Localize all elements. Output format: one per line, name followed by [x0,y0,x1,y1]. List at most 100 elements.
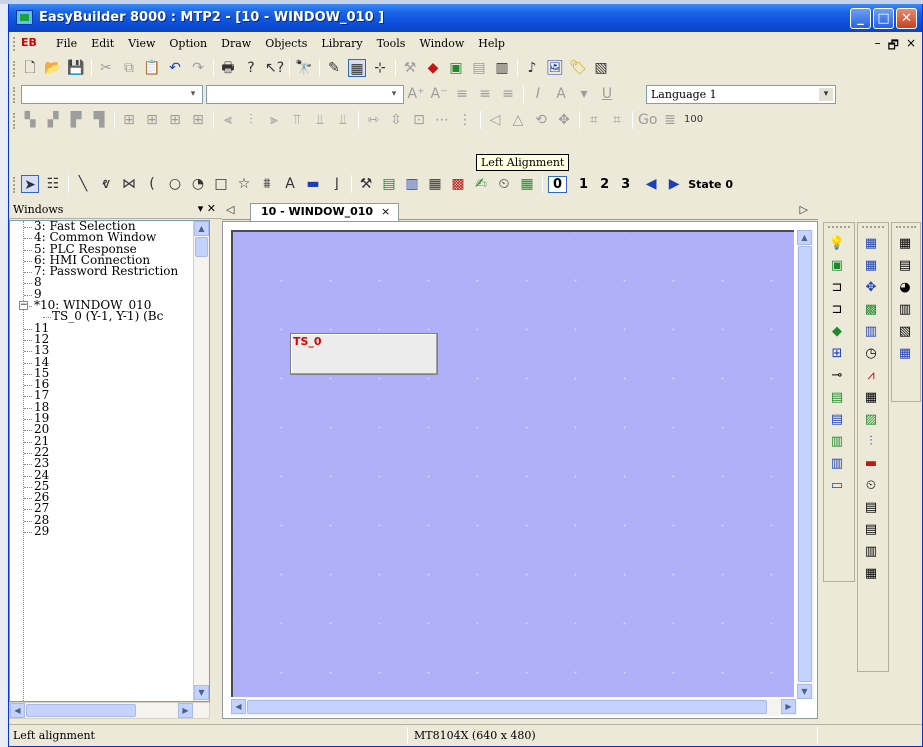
snap-icon[interactable]: ⊹ [371,59,389,77]
flip-v-icon[interactable]: △ [509,111,527,129]
close-button[interactable]: ✕ [896,8,917,29]
ungroup-icon[interactable]: ▞ [44,111,62,129]
align-center-icon[interactable]: ≡ [476,85,494,103]
decrease-font-icon[interactable]: A⁻ [430,85,448,103]
pie-chart-icon[interactable]: ◕ [896,279,914,297]
cut-icon[interactable]: ✂ [97,59,115,77]
align-grid2-icon[interactable]: ⌗ [608,111,626,129]
event-log-icon[interactable]: ▦ [426,175,444,193]
pen-icon[interactable]: ✎ [325,59,343,77]
system-message-icon[interactable]: ▤ [380,175,398,193]
meter-icon[interactable]: ◷ [862,345,880,363]
print-icon[interactable]: 🖶 [219,59,237,77]
compile-icon[interactable]: ◆ [424,59,442,77]
rotate-icon[interactable]: ⟲ [532,111,550,129]
undo-icon[interactable]: ↶ [166,59,184,77]
timer-icon[interactable]: ⏲ [862,477,880,495]
move-shape-icon[interactable]: ✥ [862,279,880,297]
bring-front-icon[interactable]: ▛ [67,111,85,129]
ascii-input-icon[interactable]: ▥ [828,433,846,451]
wrench-icon[interactable]: ⚒ [357,175,375,193]
mdi-close-button[interactable]: × [906,36,916,57]
same-width-icon[interactable]: ⇿ [364,111,382,129]
menu-objects[interactable]: Objects [258,37,314,50]
tree-scrollbar[interactable]: ▲ ▼ [193,221,209,701]
font-name-dropdown[interactable]: ▾ [206,85,404,104]
recipe-icon[interactable]: ▩ [449,175,467,193]
state-2-button[interactable]: 2 [600,177,609,192]
next-state-icon[interactable]: ▶ [665,175,683,193]
prev-state-icon[interactable]: ◀ [642,175,660,193]
design-canvas[interactable]: TS_0 [231,230,794,697]
toolbar-grip[interactable] [13,113,16,129]
list-icon[interactable]: ≣ [661,111,679,129]
middle-alignment-icon[interactable]: ⫫ [311,111,329,129]
menu-library[interactable]: Library [314,37,369,50]
copy-icon[interactable]: ⧉ [120,59,138,77]
multistate-switch-icon[interactable]: ⊸ [828,367,846,385]
tree-hscrollbar[interactable]: ◀ ▶ [9,702,210,719]
pie-icon[interactable]: ◔ [189,175,207,193]
polyline-icon[interactable]: ⱴ [97,175,115,193]
minimize-button[interactable]: _ [850,8,871,29]
align-grid-icon[interactable]: ⌗ [585,111,603,129]
line-icon[interactable]: ╲ [74,175,92,193]
title-bar[interactable]: EasyBuilder 8000 : MTP2 - [10 - WINDOW_0… [9,4,922,32]
align-right-icon[interactable]: ≡ [499,85,517,103]
download-icon[interactable]: ▣ [447,59,465,77]
tab-next-icon[interactable]: ▷ [800,203,808,216]
bit-lamp-icon[interactable]: 💡 [828,235,846,253]
tree-scroll-thumb[interactable] [195,237,208,257]
menu-edit[interactable]: Edit [84,37,121,50]
sound-icon[interactable]: ♪ [523,59,541,77]
same-height-icon[interactable]: ⇳ [387,111,405,129]
option-list-icon[interactable]: ▤ [896,257,914,275]
center-alignment-icon[interactable]: ⫶ [242,111,260,129]
ascii-display-icon[interactable]: ▥ [828,455,846,473]
state-1-button[interactable]: 1 [579,177,588,192]
font-size-dropdown[interactable]: ▾ [21,85,203,104]
space-h-icon[interactable]: ⋯ [433,111,451,129]
time-schedule-icon[interactable]: ⏲ [495,175,513,193]
chevron-down-icon[interactable]: ▾ [575,85,593,103]
trend-display-icon[interactable]: ⩘ [862,367,880,385]
word-display-icon[interactable]: ▦ [862,235,880,253]
properties-icon[interactable]: ☷ [44,175,62,193]
recipe-view-icon[interactable]: ▦ [862,565,880,583]
new-file-icon[interactable]: 🗋 [21,59,39,77]
goto-icon[interactable]: Go [638,111,657,129]
menu-draw[interactable]: Draw [214,37,258,50]
text-icon[interactable]: A [281,175,299,193]
group-icon[interactable]: ▚ [21,111,39,129]
menu-tools[interactable]: Tools [370,37,413,50]
mdi-restore-button[interactable]: 🗗 [888,36,899,57]
scroll-left-icon[interactable]: ◀ [231,699,246,714]
font-color-icon[interactable]: A [552,85,570,103]
event-display-icon[interactable]: ▥ [862,543,880,561]
label-library-icon[interactable]: 🏷 [569,59,587,77]
online-sim-icon[interactable]: ▤ [470,59,488,77]
scroll-right-icon[interactable]: ▶ [178,703,193,718]
picture-view-icon[interactable]: ▨ [862,411,880,429]
grid-icon[interactable]: ▦ [348,59,366,77]
toolbar-grip[interactable] [13,177,16,193]
scroll-right-icon[interactable]: ▶ [781,699,796,714]
increase-font-icon[interactable]: A⁺ [407,85,425,103]
zoom-value[interactable]: 100 [684,111,703,129]
menu-file[interactable]: File [49,37,84,50]
collapse-icon[interactable]: − [19,301,28,311]
picture-icon[interactable]: ▬ [304,175,322,193]
alarm-bar-icon[interactable]: ▤ [862,499,880,517]
set-word-icon[interactable]: ⊐ [828,301,846,319]
canvas-hscrollbar[interactable]: ◀ ▶ [231,699,797,716]
function-key-icon[interactable]: ◆ [828,323,846,341]
data-display-icon[interactable]: ▦ [862,257,880,275]
toolbar-grip[interactable] [13,87,16,103]
animation-icon[interactable]: ▩ [862,301,880,319]
indirect-window-icon[interactable]: ▭ [828,477,846,495]
tab-close-button[interactable]: × [381,205,390,218]
tool-icon[interactable]: ⚒ [401,59,419,77]
layer-bottom-icon[interactable]: ⊞ [189,111,207,129]
history-data-icon[interactable]: ▦ [862,389,880,407]
numeric-input-icon[interactable]: ▤ [828,389,846,407]
